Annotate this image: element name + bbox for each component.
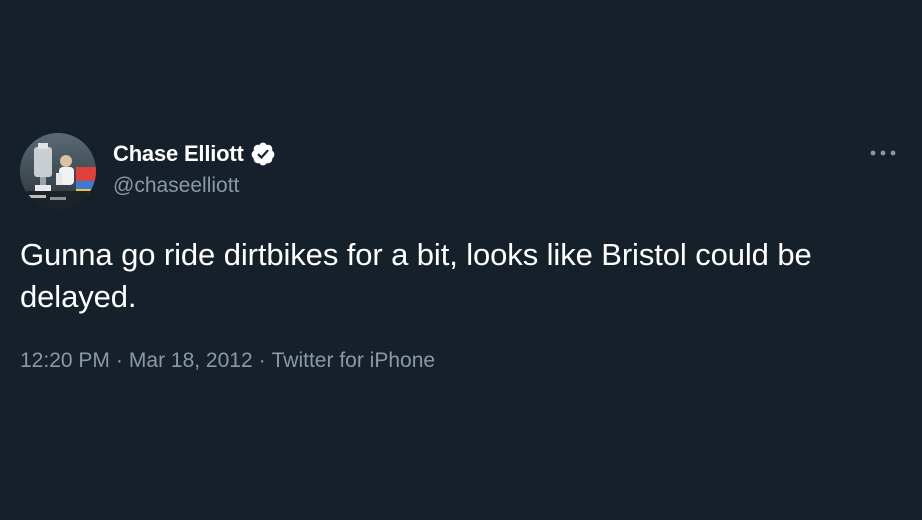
tweet-card: Chase Elliott @chaseelliott Gunna go rid… xyxy=(0,0,922,520)
tweet-metadata: 12:20 PM · Mar 18, 2012 · Twitter for iPhone xyxy=(20,346,435,376)
meta-separator: · xyxy=(258,349,266,372)
meta-separator: · xyxy=(115,349,123,372)
tweet-text: Gunna go ride dirtbikes for a bit, looks… xyxy=(20,237,812,314)
more-options-icon xyxy=(870,150,896,156)
avatar[interactable] xyxy=(20,133,96,209)
author-display-name[interactable]: Chase Elliott xyxy=(113,140,244,168)
tweet-time[interactable]: 12:20 PM xyxy=(20,349,110,372)
more-options-button[interactable] xyxy=(866,140,900,166)
author-handle[interactable]: @chaseelliott xyxy=(113,172,239,200)
verified-badge-icon xyxy=(250,141,276,167)
tweet-date[interactable]: Mar 18, 2012 xyxy=(129,349,253,372)
author-name-row: Chase Elliott xyxy=(113,140,276,168)
tweet-source[interactable]: Twitter for iPhone xyxy=(272,349,435,372)
avatar-image-icon xyxy=(20,133,96,209)
